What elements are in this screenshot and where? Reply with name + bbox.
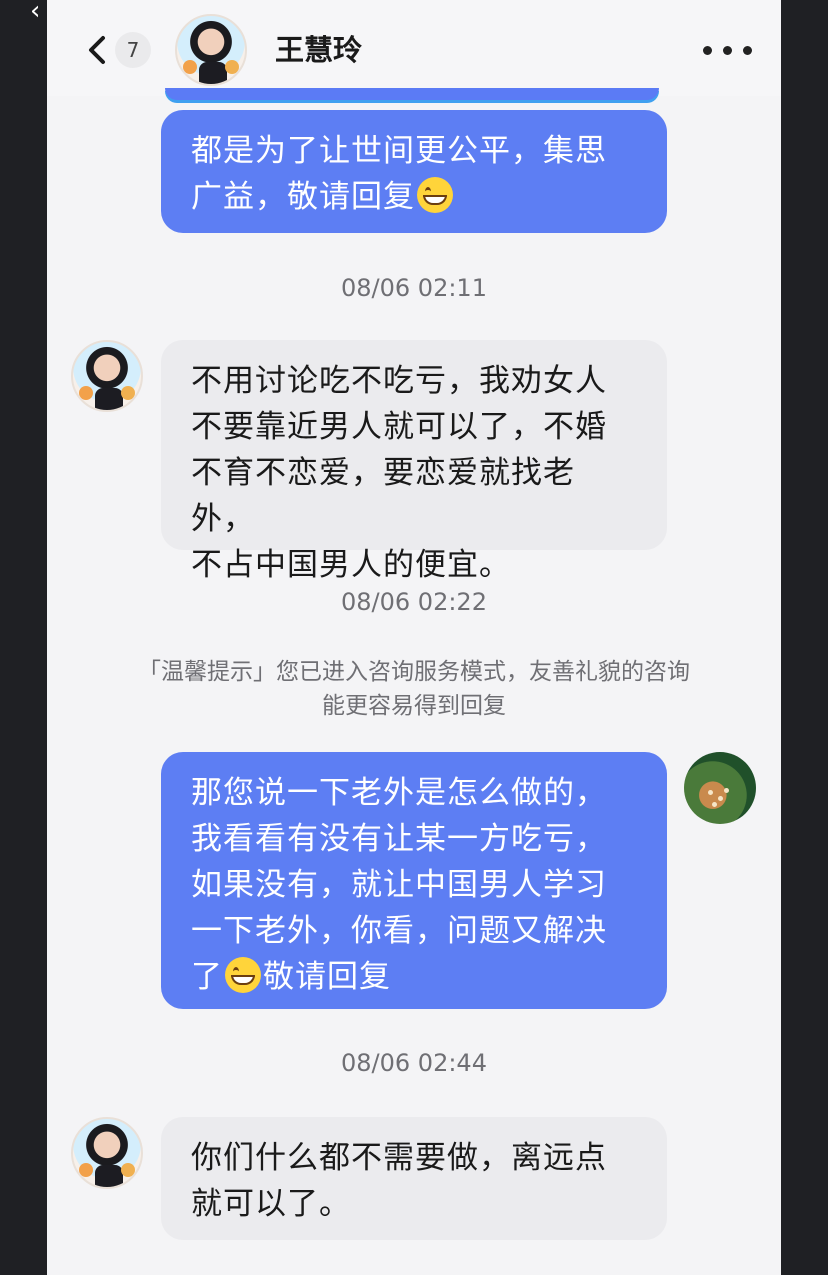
unread-count-badge: 7 bbox=[115, 32, 151, 68]
deer-spot bbox=[712, 802, 717, 807]
message-bubble-peer[interactable]: 你们什么都不需要做，离远点 就可以了。 bbox=[161, 1117, 667, 1240]
peer-avatar[interactable] bbox=[71, 1117, 143, 1189]
deer-spot bbox=[724, 788, 729, 793]
back-chevron-icon[interactable] bbox=[83, 30, 113, 70]
message-bubble-peer[interactable]: 不用讨论吃不吃亏，我劝女人 不要靠近男人就可以了，不婚 不育不恋爱，要恋爱就找老… bbox=[161, 340, 667, 583]
grinning-face-emoji-icon bbox=[417, 177, 453, 213]
avatar-decoration bbox=[225, 60, 239, 74]
message-timestamp: 08/06 02:22 bbox=[341, 588, 487, 616]
avatar-decoration bbox=[121, 1163, 135, 1177]
deer-spot bbox=[708, 790, 713, 795]
message-timestamp: 08/06 02:44 bbox=[341, 1049, 487, 1077]
contact-name: 王慧玲 bbox=[275, 33, 363, 67]
message-text: 都是为了让世间更公平，集思 广益，敬请回复 bbox=[191, 133, 607, 215]
grinning-face-emoji-icon bbox=[225, 957, 261, 993]
peer-avatar[interactable] bbox=[71, 340, 143, 412]
message-text: 敬请回复 bbox=[263, 959, 391, 995]
avatar-decoration bbox=[121, 386, 135, 400]
avatar-figure bbox=[95, 1165, 123, 1187]
message-bubble-self[interactable]: 都是为了让世间更公平，集思 广益，敬请回复 bbox=[161, 110, 667, 233]
self-avatar[interactable] bbox=[684, 752, 756, 824]
chat-screen: 7 王慧玲 都是为了让世间更公平，集思 广益，敬请回复 08/06 02:11 … bbox=[47, 0, 781, 1275]
contact-avatar[interactable] bbox=[175, 14, 247, 86]
avatar-decoration bbox=[183, 60, 197, 74]
message-timestamp: 08/06 02:11 bbox=[341, 274, 487, 302]
chat-header: 7 王慧玲 bbox=[47, 0, 781, 96]
message-bubble-self[interactable]: 那您说一下老外是怎么做的， 我看看有没有让某一方吃亏， 如果没有，就让中国男人学… bbox=[161, 752, 667, 1009]
avatar-decoration bbox=[79, 1163, 93, 1177]
avatar-figure bbox=[199, 62, 227, 84]
previous-message-bubble-edge bbox=[165, 88, 659, 100]
deer-spot bbox=[718, 796, 723, 801]
avatar-figure bbox=[95, 388, 123, 410]
system-notice: 「温馨提示」您已进入咨询服务模式，友善礼貌的咨询能更容易得到回复 bbox=[138, 659, 690, 719]
avatar-decoration bbox=[79, 386, 93, 400]
more-options-icon[interactable] bbox=[699, 36, 755, 64]
